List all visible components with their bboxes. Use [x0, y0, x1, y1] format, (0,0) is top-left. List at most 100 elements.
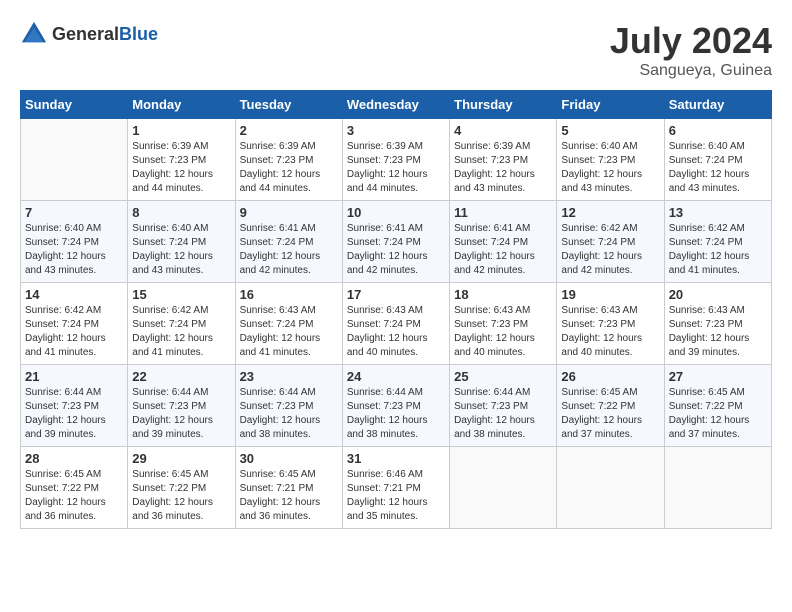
col-saturday: Saturday — [664, 91, 771, 119]
day-info: Sunrise: 6:40 AMSunset: 7:24 PMDaylight:… — [132, 222, 230, 278]
day-number: 14 — [25, 287, 123, 302]
calendar-week-5: 28Sunrise: 6:45 AMSunset: 7:22 PMDayligh… — [21, 447, 772, 529]
table-row: 15 Sunrise: 6:42 AMSunset: 7:24 PMDayligh… — [128, 283, 235, 365]
day-number: 4 — [454, 123, 552, 138]
table-row: 9 Sunrise: 6:41 AMSunset: 7:24 PMDaylight… — [235, 201, 342, 283]
day-info: Sunrise: 6:39 AMSunset: 7:23 PMDaylight:… — [240, 140, 338, 196]
day-number: 5 — [561, 123, 659, 138]
table-row — [664, 447, 771, 529]
table-row: 29Sunrise: 6:45 AMSunset: 7:22 PMDayligh… — [128, 447, 235, 529]
col-thursday: Thursday — [450, 91, 557, 119]
table-row: 24 Sunrise: 6:44 AMSunset: 7:23 PMDayligh… — [342, 365, 449, 447]
day-number: 10 — [347, 205, 445, 220]
table-row: 25 Sunrise: 6:44 AMSunset: 7:23 PMDayligh… — [450, 365, 557, 447]
table-row: 7Sunrise: 6:40 AMSunset: 7:24 PMDaylight… — [21, 201, 128, 283]
logo-icon — [20, 20, 48, 48]
day-info: Sunrise: 6:43 AMSunset: 7:23 PMDaylight:… — [454, 304, 552, 360]
location-subtitle: Sangueya, Guinea — [610, 62, 772, 80]
calendar-week-1: 1 Sunrise: 6:39 AMSunset: 7:23 PMDaylight… — [21, 119, 772, 201]
day-number: 18 — [454, 287, 552, 302]
day-number: 22 — [132, 369, 230, 384]
page-header: GeneralBlue July 2024 Sangueya, Guinea — [20, 20, 772, 80]
day-number: 11 — [454, 205, 552, 220]
day-info: Sunrise: 6:46 AMSunset: 7:21 PMDaylight:… — [347, 468, 445, 524]
day-number: 8 — [132, 205, 230, 220]
day-info: Sunrise: 6:42 AMSunset: 7:24 PMDaylight:… — [561, 222, 659, 278]
day-number: 2 — [240, 123, 338, 138]
day-number: 17 — [347, 287, 445, 302]
day-info: Sunrise: 6:44 AMSunset: 7:23 PMDaylight:… — [240, 386, 338, 442]
table-row: 4 Sunrise: 6:39 AMSunset: 7:23 PMDaylight… — [450, 119, 557, 201]
table-row: 28Sunrise: 6:45 AMSunset: 7:22 PMDayligh… — [21, 447, 128, 529]
day-number: 20 — [669, 287, 767, 302]
calendar-week-4: 21 Sunrise: 6:44 AMSunset: 7:23 PMDayligh… — [21, 365, 772, 447]
table-row: 16 Sunrise: 6:43 AMSunset: 7:24 PMDayligh… — [235, 283, 342, 365]
day-info: Sunrise: 6:45 AMSunset: 7:21 PMDaylight:… — [240, 468, 338, 524]
col-monday: Monday — [128, 91, 235, 119]
table-row — [21, 119, 128, 201]
table-row: 8 Sunrise: 6:40 AMSunset: 7:24 PMDaylight… — [128, 201, 235, 283]
day-number: 29 — [132, 451, 230, 466]
day-info: Sunrise: 6:45 AMSunset: 7:22 PMDaylight:… — [25, 468, 123, 524]
table-row: 10 Sunrise: 6:41 AMSunset: 7:24 PMDayligh… — [342, 201, 449, 283]
day-info: Sunrise: 6:43 AMSunset: 7:24 PMDaylight:… — [240, 304, 338, 360]
day-number: 1 — [132, 123, 230, 138]
table-row — [450, 447, 557, 529]
col-wednesday: Wednesday — [342, 91, 449, 119]
day-number: 24 — [347, 369, 445, 384]
day-info: Sunrise: 6:39 AMSunset: 7:23 PMDaylight:… — [132, 140, 230, 196]
day-number: 12 — [561, 205, 659, 220]
day-number: 26 — [561, 369, 659, 384]
day-number: 7 — [25, 205, 123, 220]
table-row: 20 Sunrise: 6:43 AMSunset: 7:23 PMDayligh… — [664, 283, 771, 365]
day-info: Sunrise: 6:41 AMSunset: 7:24 PMDaylight:… — [240, 222, 338, 278]
day-number: 23 — [240, 369, 338, 384]
day-info: Sunrise: 6:45 AMSunset: 7:22 PMDaylight:… — [669, 386, 767, 442]
table-row: 3 Sunrise: 6:39 AMSunset: 7:23 PMDaylight… — [342, 119, 449, 201]
day-info: Sunrise: 6:41 AMSunset: 7:24 PMDaylight:… — [347, 222, 445, 278]
day-number: 16 — [240, 287, 338, 302]
calendar-week-3: 14 Sunrise: 6:42 AMSunset: 7:24 PMDayligh… — [21, 283, 772, 365]
calendar-week-2: 7 Sunrise: 6:40 AMSunset: 7:24 PMDaylight… — [21, 201, 772, 283]
table-row: 30 Sunrise: 6:45 AMSunset: 7:21 PMDayligh… — [235, 447, 342, 529]
day-info: Sunrise: 6:39 AMSunset: 7:23 PMDaylight:… — [347, 140, 445, 196]
day-number: 3 — [347, 123, 445, 138]
day-info: Sunrise: 6:44 AMSunset: 7:23 PMDaylight:… — [132, 386, 230, 442]
col-sunday: Sunday — [21, 91, 128, 119]
table-row: 1 Sunrise: 6:39 AMSunset: 7:23 PMDaylight… — [128, 119, 235, 201]
day-number: 21 — [25, 369, 123, 384]
table-row: 18 Sunrise: 6:43 AMSunset: 7:23 PMDayligh… — [450, 283, 557, 365]
day-number: 15 — [132, 287, 230, 302]
day-info: Sunrise: 6:40 AMSunset: 7:24 PMDaylight:… — [669, 140, 767, 196]
logo-text: GeneralBlue — [52, 24, 158, 45]
table-row: 12 Sunrise: 6:42 AMSunset: 7:24 PMDayligh… — [557, 201, 664, 283]
day-number: 30 — [240, 451, 338, 466]
day-info: Sunrise: 6:43 AMSunset: 7:24 PMDaylight:… — [347, 304, 445, 360]
day-info: Sunrise: 6:43 AMSunset: 7:23 PMDaylight:… — [669, 304, 767, 360]
table-row: 13 Sunrise: 6:42 AMSunset: 7:24 PMDayligh… — [664, 201, 771, 283]
day-info: Sunrise: 6:39 AMSunset: 7:23 PMDaylight:… — [454, 140, 552, 196]
day-number: 6 — [669, 123, 767, 138]
day-number: 19 — [561, 287, 659, 302]
day-number: 9 — [240, 205, 338, 220]
table-row: 23 Sunrise: 6:44 AMSunset: 7:23 PMDayligh… — [235, 365, 342, 447]
day-info: Sunrise: 6:42 AMSunset: 7:24 PMDaylight:… — [669, 222, 767, 278]
day-info: Sunrise: 6:40 AMSunset: 7:23 PMDaylight:… — [561, 140, 659, 196]
table-row: 17 Sunrise: 6:43 AMSunset: 7:24 PMDayligh… — [342, 283, 449, 365]
day-info: Sunrise: 6:43 AMSunset: 7:23 PMDaylight:… — [561, 304, 659, 360]
day-info: Sunrise: 6:44 AMSunset: 7:23 PMDaylight:… — [454, 386, 552, 442]
month-year-title: July 2024 — [610, 20, 772, 62]
title-section: July 2024 Sangueya, Guinea — [610, 20, 772, 80]
day-info: Sunrise: 6:42 AMSunset: 7:24 PMDaylight:… — [25, 304, 123, 360]
day-info: Sunrise: 6:44 AMSunset: 7:23 PMDaylight:… — [347, 386, 445, 442]
day-number: 25 — [454, 369, 552, 384]
table-row: 26 Sunrise: 6:45 AMSunset: 7:22 PMDayligh… — [557, 365, 664, 447]
day-number: 13 — [669, 205, 767, 220]
day-info: Sunrise: 6:41 AMSunset: 7:24 PMDaylight:… — [454, 222, 552, 278]
day-number: 27 — [669, 369, 767, 384]
table-row: 11 Sunrise: 6:41 AMSunset: 7:24 PMDayligh… — [450, 201, 557, 283]
table-row: 14 Sunrise: 6:42 AMSunset: 7:24 PMDayligh… — [21, 283, 128, 365]
day-info: Sunrise: 6:42 AMSunset: 7:24 PMDaylight:… — [132, 304, 230, 360]
day-number: 31 — [347, 451, 445, 466]
day-info: Sunrise: 6:45 AMSunset: 7:22 PMDaylight:… — [561, 386, 659, 442]
